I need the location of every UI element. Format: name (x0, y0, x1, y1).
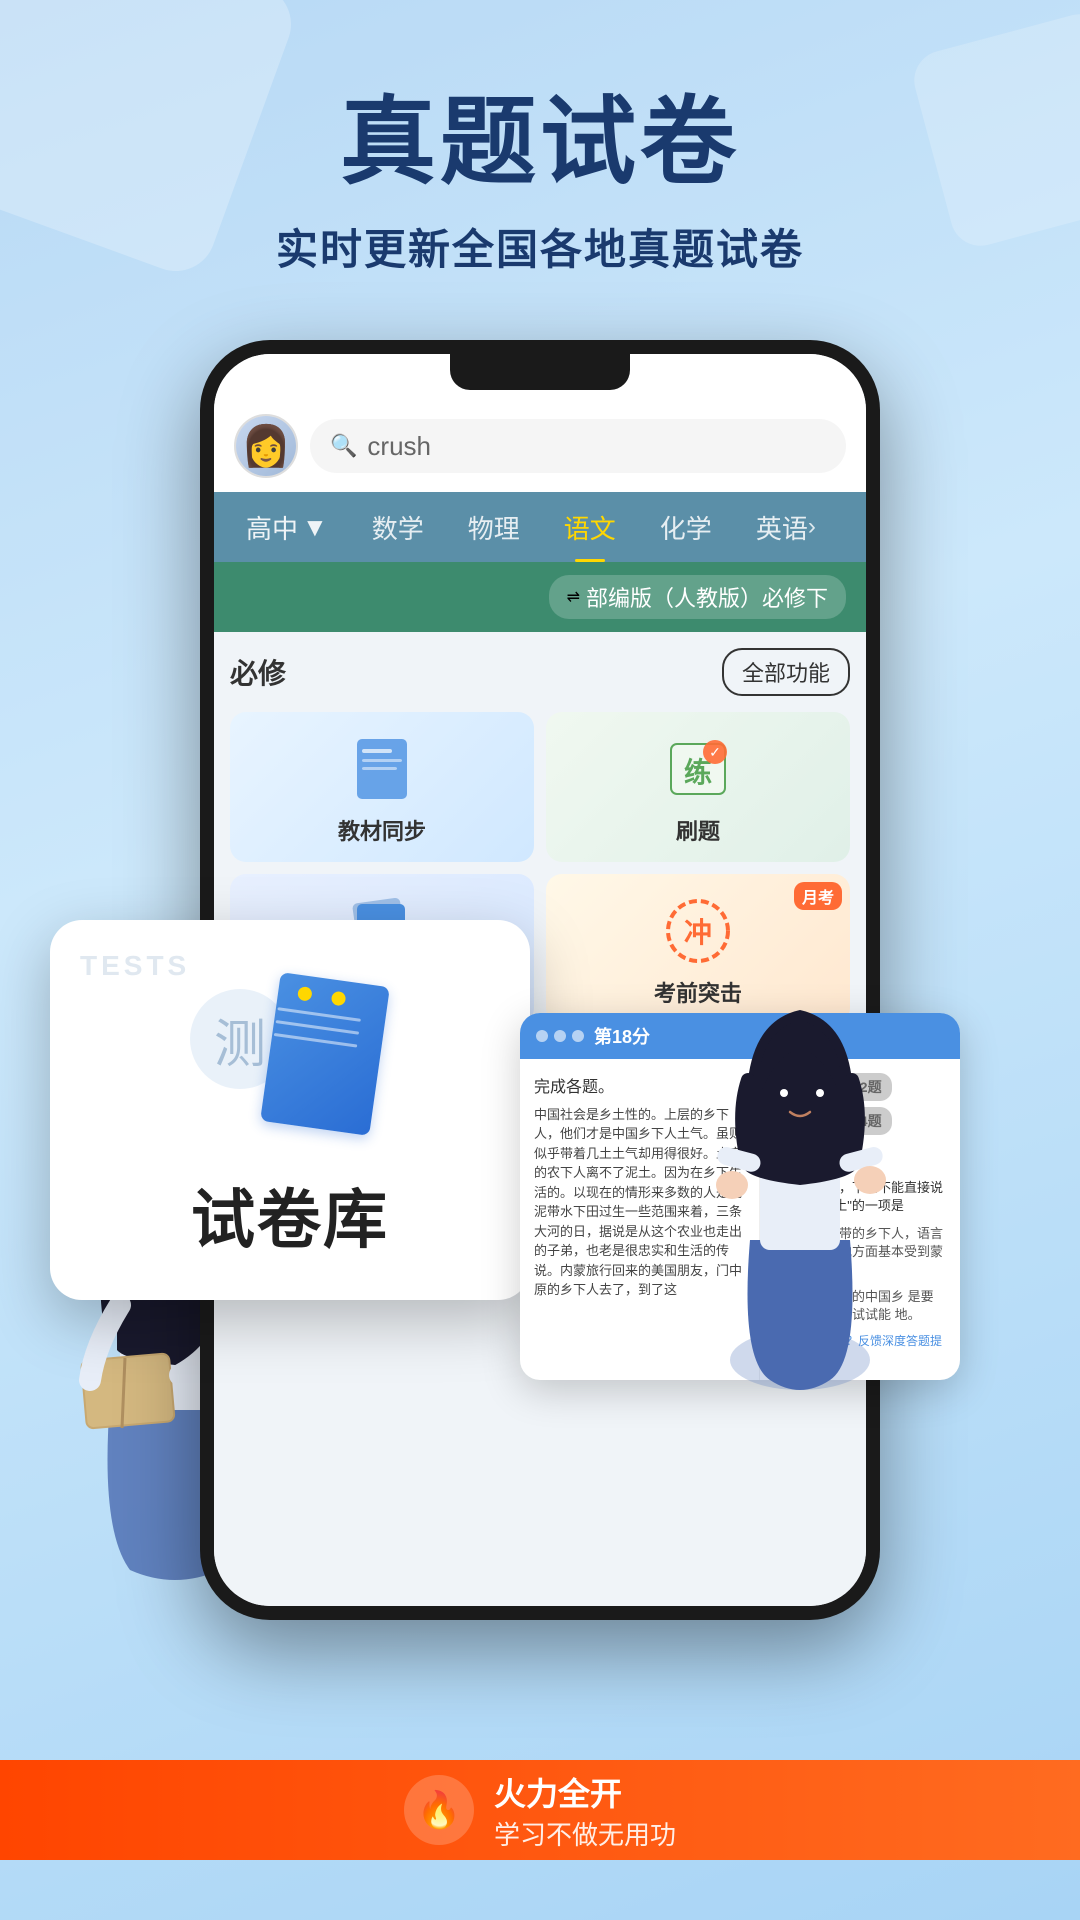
tab-chemistry-label: 化学 (660, 509, 712, 546)
phone-notch (450, 354, 630, 390)
page-sub-title: 实时更新全国各地真题试卷 (0, 216, 1080, 277)
avatar[interactable] (234, 414, 298, 478)
page-main-title: 真题试卷 (0, 90, 1080, 196)
dot2 (554, 1030, 566, 1042)
search-input-box[interactable]: 🔍 crush (310, 419, 846, 473)
exam-icon-area: 测 (180, 959, 400, 1159)
ai-character-svg (660, 940, 940, 1440)
tab-math-label: 数学 (372, 509, 424, 546)
blue-book-icon (250, 969, 380, 1129)
practice-icon-area: 练 ✓ (558, 724, 838, 814)
fire-icon: 🔥 (404, 1775, 474, 1845)
dot3 (572, 1030, 584, 1042)
chevron-down-icon: ▼ (302, 512, 328, 543)
doc-card-title: 第18分 (594, 1023, 650, 1049)
grid-item-practice[interactable]: 练 ✓ 刷题 (546, 712, 850, 862)
doc-header-dots (536, 1030, 584, 1042)
practice-icon: 练 ✓ (663, 734, 733, 804)
practice-label: 刷题 (676, 814, 720, 846)
phone-mockup: TESTS 测 试卷库 (200, 340, 880, 1620)
exam-card-overlay: TESTS 测 试卷库 (50, 920, 530, 1300)
section-header: 必修 全部功能 (230, 648, 850, 696)
tab-chemistry[interactable]: 化学 (638, 492, 734, 562)
tab-grade-label: 高中 (246, 509, 298, 546)
search-text: crush (367, 431, 431, 462)
green-header: ⇌ 部编版（人教版）必修下 (214, 562, 866, 632)
banner-line2: 学习不做无用功 (494, 1815, 676, 1852)
banner-text-area: 火力全开 学习不做无用功 (494, 1769, 676, 1852)
edition-badge[interactable]: ⇌ 部编版（人教版）必修下 (549, 575, 846, 619)
tab-math[interactable]: 数学 (350, 492, 446, 562)
tab-physics-label: 物理 (468, 509, 520, 546)
exam-card-title: 试卷库 (191, 1169, 389, 1261)
all-features-button[interactable]: 全部功能 (722, 648, 850, 696)
chevron-right-icon: › (808, 513, 816, 541)
fire-emoji: 🔥 (417, 1789, 462, 1831)
all-features-label: 全部功能 (742, 661, 830, 686)
section-title: 必修 (230, 652, 286, 692)
avatar-image (236, 416, 296, 476)
bottom-banner: 🔥 火力全开 学习不做无用功 (0, 1760, 1080, 1860)
tab-english-label: 英语 (756, 509, 808, 546)
tab-physics[interactable]: 物理 (446, 492, 542, 562)
sync-icon-area (242, 724, 522, 814)
grid-item-sync[interactable]: 教材同步 (230, 712, 534, 862)
tab-chinese[interactable]: 语文 (542, 492, 638, 562)
tab-chinese-label: 语文 (564, 509, 616, 546)
search-icon: 🔍 (330, 433, 357, 459)
svg-text:✓: ✓ (709, 744, 721, 760)
sync-label: 教材同步 (338, 814, 426, 846)
header-section: 真题试卷 实时更新全国各地真题试卷 (0, 0, 1080, 277)
dot1 (536, 1030, 548, 1042)
exam-watermark: TESTS (80, 950, 190, 982)
banner-line1: 火力全开 (494, 1769, 676, 1815)
swap-icon: ⇌ (567, 587, 580, 607)
edition-text: 部编版（人教版）必修下 (586, 581, 828, 613)
tab-grade-dropdown[interactable]: 高中 ▼ (224, 492, 350, 562)
tab-english[interactable]: 英语 › (734, 492, 838, 562)
textbook-icon (347, 734, 417, 804)
ai-character (660, 940, 940, 1440)
tab-bar: 高中 ▼ 数学 物理 语文 化学 英 (214, 492, 866, 562)
